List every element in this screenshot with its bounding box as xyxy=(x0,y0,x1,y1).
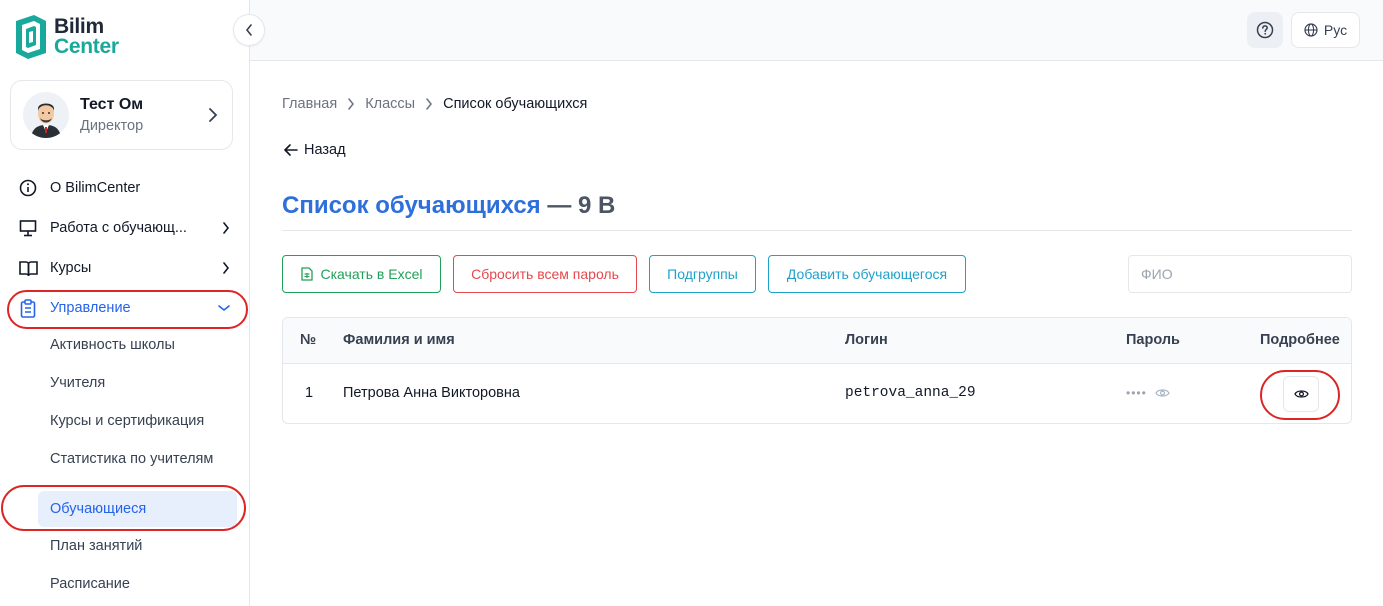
download-excel-button[interactable]: Скачать в Excel xyxy=(282,255,441,293)
table-row: 1 Петрова Анна Викторовна petrova_anna_2… xyxy=(283,364,1351,423)
question-circle-icon xyxy=(1256,21,1274,39)
column-header-name: Фамилия и имя xyxy=(343,332,455,348)
add-student-button[interactable]: Добавить обучающегося xyxy=(768,255,966,293)
bilimcenter-logo-icon xyxy=(16,15,46,59)
back-link[interactable]: Назад xyxy=(284,142,346,158)
help-button[interactable] xyxy=(1247,12,1283,48)
reset-passwords-button[interactable]: Сбросить всем пароль xyxy=(453,255,637,293)
subnav-lesson-plan[interactable]: План занятий xyxy=(50,538,142,554)
subnav-schedule[interactable]: Расписание xyxy=(50,576,130,592)
avatar xyxy=(23,92,69,138)
row-login: petrova_anna_29 xyxy=(845,385,976,401)
nav-item-about[interactable]: О BilimCenter xyxy=(18,176,230,200)
info-icon xyxy=(18,178,38,198)
nav-item-courses[interactable]: Курсы xyxy=(18,256,230,280)
globe-icon xyxy=(1304,23,1318,37)
search-input[interactable] xyxy=(1128,255,1352,293)
nav-label-students-work: Работа с обучающ... xyxy=(50,220,187,236)
download-excel-label: Скачать в Excel xyxy=(320,266,423,282)
page-title: Список обучающихся — 9 В xyxy=(282,192,615,220)
row-name: Петрова Анна Викторовна xyxy=(343,385,520,401)
table-header: № Фамилия и имя Логин Пароль Подробнее xyxy=(283,318,1351,364)
chevron-left-icon xyxy=(245,24,252,36)
logo[interactable]: Bilim Center xyxy=(12,13,119,61)
title-divider xyxy=(282,230,1352,231)
subnav-students[interactable]: Обучающиеся xyxy=(38,491,237,527)
sidebar: Bilim Center Тест Ом Директор О BilimCen… xyxy=(0,0,250,606)
page-title-class: — 9 В xyxy=(540,192,616,219)
subnav-teachers[interactable]: Учителя xyxy=(50,375,105,391)
chevron-right-icon xyxy=(425,98,433,110)
language-switcher[interactable]: Рус xyxy=(1291,12,1360,48)
page-title-main: Список обучающихся xyxy=(282,192,541,219)
topbar: Рус xyxy=(250,0,1383,61)
view-details-button[interactable] xyxy=(1283,376,1319,412)
excel-file-icon xyxy=(300,267,313,281)
add-student-label: Добавить обучающегося xyxy=(786,266,948,282)
profile-card[interactable]: Тест Ом Директор xyxy=(10,80,233,150)
column-header-login: Логин xyxy=(845,332,888,348)
profile-role: Директор xyxy=(80,118,144,134)
sidebar-collapse-button[interactable] xyxy=(233,14,265,46)
column-header-number: № xyxy=(300,332,317,348)
subgroups-button[interactable]: Подгруппы xyxy=(649,255,756,293)
breadcrumb-current: Список обучающихся xyxy=(443,96,588,112)
password-mask: •••• xyxy=(1126,386,1147,400)
nav-item-management[interactable]: Управление xyxy=(18,296,230,320)
back-label: Назад xyxy=(304,142,346,158)
students-table: № Фамилия и имя Логин Пароль Подробнее 1… xyxy=(282,317,1352,424)
reset-passwords-label: Сбросить всем пароль xyxy=(471,266,619,282)
arrow-left-icon xyxy=(284,144,298,156)
logo-text: Bilim Center xyxy=(54,16,119,58)
subnav-courses-certification[interactable]: Курсы и сертификация xyxy=(50,413,204,429)
nav-item-students-work[interactable]: Работа с обучающ... xyxy=(18,216,230,240)
row-password: •••• xyxy=(1126,386,1170,400)
chevron-right-icon xyxy=(347,98,355,110)
nav-label-management: Управление xyxy=(50,300,131,316)
eye-icon xyxy=(1293,390,1309,398)
presentation-icon xyxy=(18,218,38,238)
subgroups-label: Подгруппы xyxy=(667,266,738,282)
chevron-down-icon xyxy=(218,305,230,312)
column-header-details: Подробнее xyxy=(1260,332,1340,348)
nav-label-about: О BilimCenter xyxy=(50,180,141,196)
breadcrumb-home[interactable]: Главная xyxy=(282,96,337,112)
breadcrumb: Главная Классы Список обучающихся xyxy=(282,96,587,112)
row-number: 1 xyxy=(305,385,314,401)
nav-label-courses: Курсы xyxy=(50,260,92,276)
subnav-teacher-statistics[interactable]: Статистика по учителям xyxy=(50,451,213,467)
subnav-school-activity[interactable]: Активность школы xyxy=(50,337,175,353)
logo-line2: Center xyxy=(54,35,119,58)
book-open-icon xyxy=(18,258,38,278)
eye-icon[interactable] xyxy=(1155,387,1170,399)
breadcrumb-classes[interactable]: Классы xyxy=(365,96,415,112)
avatar-image xyxy=(23,92,69,138)
language-label: Рус xyxy=(1323,22,1348,38)
chevron-right-icon xyxy=(223,262,230,274)
chevron-right-icon xyxy=(223,222,230,234)
profile-name: Тест Ом xyxy=(80,96,144,113)
chevron-right-icon xyxy=(209,108,218,122)
clipboard-icon xyxy=(18,298,38,318)
column-header-password: Пароль xyxy=(1126,332,1180,348)
